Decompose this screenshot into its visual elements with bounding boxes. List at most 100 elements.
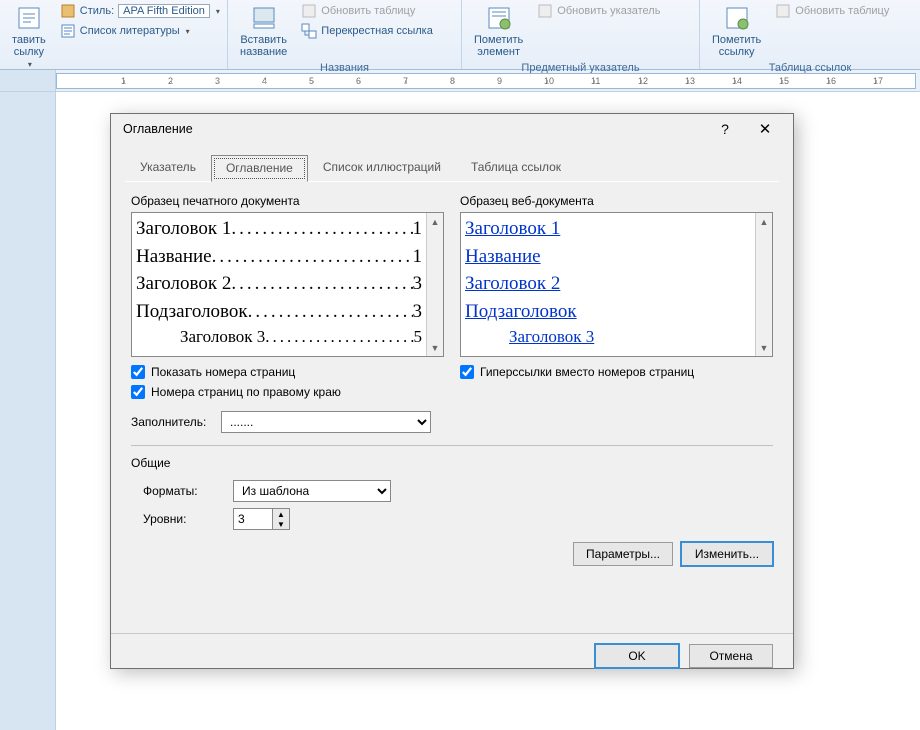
- insert-citation-l2: сылку: [14, 46, 44, 58]
- dialog-tabs: УказательОглавлениеСписок иллюстрацийТаб…: [125, 154, 779, 182]
- modify-button[interactable]: Изменить...: [681, 542, 773, 566]
- dialog-tab-1[interactable]: Оглавление: [211, 155, 308, 182]
- hyperlinks-checkbox[interactable]: Гиперссылки вместо номеров страниц: [460, 365, 773, 379]
- insert-caption-button[interactable]: Вставитьназвание: [234, 2, 293, 60]
- toc-web-link[interactable]: Название: [465, 243, 541, 271]
- mark-citation-icon: [723, 4, 751, 32]
- toc-print-row: Заголовок 1 .......................... 1: [136, 215, 422, 243]
- ok-button[interactable]: OK: [595, 644, 679, 668]
- general-heading: Общие: [131, 446, 773, 474]
- update-icon: [537, 3, 553, 19]
- bibliography-icon: [60, 23, 76, 39]
- levels-label: Уровни:: [143, 512, 225, 526]
- print-preview-label: Образец печатного документа: [131, 192, 444, 212]
- hyperlinks-label: Гиперссылки вместо номеров страниц: [480, 365, 694, 379]
- toc-web-row: Подзаголовок: [465, 298, 751, 326]
- toc-web-row: Заголовок 1: [465, 215, 751, 243]
- bibliography-label: Список литературы: [80, 25, 180, 37]
- toc-web-link[interactable]: Подзаголовок: [465, 298, 577, 326]
- scroll-down-icon[interactable]: ▼: [756, 339, 772, 356]
- update-table-label: Обновить таблицу: [321, 5, 415, 17]
- close-button[interactable]: ✕: [745, 116, 785, 142]
- style-label: Стиль:: [80, 5, 114, 17]
- dialog-tab-3[interactable]: Таблица ссылок: [456, 154, 576, 181]
- toc-web-link[interactable]: Заголовок 3: [509, 325, 594, 350]
- toc-web-row: Заголовок 2: [465, 270, 751, 298]
- formats-select[interactable]: Из шаблона: [233, 480, 391, 502]
- mark-entry-l2: элемент: [477, 46, 520, 58]
- toc-dialog: Оглавление ? ✕ УказательОглавлениеСписок…: [110, 113, 794, 669]
- show-page-numbers-checkbox[interactable]: Показать номера страниц: [131, 365, 444, 379]
- close-icon: ✕: [759, 120, 772, 138]
- bibliography-button[interactable]: Список литературы ▾: [56, 22, 224, 40]
- mark-citation-l2: ссылку: [719, 46, 755, 58]
- chevron-down-icon: ▾: [186, 27, 190, 36]
- update-icon: [775, 3, 791, 19]
- toc-web-link[interactable]: Заголовок 1: [465, 215, 560, 243]
- update-table-button: Обновить таблицу: [297, 2, 437, 20]
- leader-label: Заполнитель:: [131, 415, 213, 429]
- spin-down-icon[interactable]: ▼: [273, 519, 289, 529]
- update-index-button: Обновить указатель: [533, 2, 664, 20]
- insert-citation-l1: тавить: [12, 34, 46, 46]
- web-preview-scrollbar[interactable]: ▲ ▼: [755, 213, 772, 356]
- levels-spinner[interactable]: ▲ ▼: [233, 508, 290, 530]
- toc-web-link[interactable]: Заголовок 2: [465, 270, 560, 298]
- help-button[interactable]: ?: [705, 116, 745, 142]
- cancel-button[interactable]: Отмена: [689, 644, 773, 668]
- toc-print-row: Заголовок 3 .......................... 5: [136, 325, 422, 350]
- left-margin: [0, 92, 56, 730]
- crossref-icon: [301, 23, 317, 39]
- toc-web-row: Название: [465, 243, 751, 271]
- levels-input[interactable]: [234, 509, 272, 529]
- spin-up-icon[interactable]: ▲: [273, 509, 289, 519]
- insert-citation-button[interactable]: тавить сылку ▾: [6, 2, 52, 72]
- horizontal-ruler[interactable]: 123456789101112131415161718: [56, 73, 916, 89]
- right-align-label: Номера страниц по правому краю: [151, 385, 341, 399]
- show-pages-input[interactable]: [131, 365, 145, 379]
- mark-entry-button[interactable]: Пометитьэлемент: [468, 2, 529, 60]
- scroll-up-icon[interactable]: ▲: [756, 213, 772, 230]
- crossref-label: Перекрестная ссылка: [321, 25, 433, 37]
- mark-entry-icon: [485, 4, 513, 32]
- mark-citation-button[interactable]: Пометитьссылку: [706, 2, 767, 60]
- dialog-tab-0[interactable]: Указатель: [125, 154, 211, 181]
- cross-reference-button[interactable]: Перекрестная ссылка: [297, 22, 437, 40]
- parameters-button[interactable]: Параметры...: [573, 542, 673, 566]
- right-align-checkbox[interactable]: Номера страниц по правому краю: [131, 385, 444, 399]
- chevron-down-icon: ▾: [28, 60, 32, 69]
- chevron-down-icon: ▾: [216, 7, 220, 16]
- toc-print-row: Название .......................... 1: [136, 243, 422, 271]
- web-preview-label: Образец веб-документа: [460, 192, 773, 212]
- style-selector[interactable]: Стиль: APA Fifth Edition ▾: [56, 2, 224, 20]
- dialog-titlebar[interactable]: Оглавление ? ✕: [111, 114, 793, 144]
- print-preview: Заголовок 1 .......................... 1…: [131, 212, 444, 357]
- citation-icon: [15, 4, 43, 32]
- toc-web-row: Заголовок 3: [465, 325, 751, 350]
- style-value: APA Fifth Edition: [118, 4, 210, 18]
- scroll-up-icon[interactable]: ▲: [427, 213, 443, 230]
- leader-select[interactable]: .......: [221, 411, 431, 433]
- caption-l1: Вставить: [240, 34, 287, 46]
- toc-print-row: Подзаголовок .......................... …: [136, 298, 422, 326]
- web-preview-content: Заголовок 1НазваниеЗаголовок 2Подзаголов…: [461, 213, 755, 356]
- show-pages-label: Показать номера страниц: [151, 365, 295, 379]
- mark-entry-l1: Пометить: [474, 34, 523, 46]
- print-preview-content: Заголовок 1 .......................... 1…: [132, 213, 426, 356]
- dialog-tab-2[interactable]: Список иллюстраций: [308, 154, 456, 181]
- print-preview-scrollbar[interactable]: ▲ ▼: [426, 213, 443, 356]
- ruler-corner: [0, 70, 56, 91]
- update-toa-label: Обновить таблицу: [795, 5, 889, 17]
- scroll-down-icon[interactable]: ▼: [427, 339, 443, 356]
- web-preview: Заголовок 1НазваниеЗаголовок 2Подзаголов…: [460, 212, 773, 357]
- mark-citation-l1: Пометить: [712, 34, 761, 46]
- ribbon: тавить сылку ▾ Стиль: APA Fifth Edition …: [0, 0, 920, 70]
- style-icon: [60, 3, 76, 19]
- update-icon: [301, 3, 317, 19]
- toc-print-row: Заголовок 2 .......................... 3: [136, 270, 422, 298]
- right-align-input[interactable]: [131, 385, 145, 399]
- update-toa-button: Обновить таблицу: [771, 2, 893, 20]
- update-index-label: Обновить указатель: [557, 5, 660, 17]
- hyperlinks-input[interactable]: [460, 365, 474, 379]
- caption-l2: название: [240, 46, 287, 58]
